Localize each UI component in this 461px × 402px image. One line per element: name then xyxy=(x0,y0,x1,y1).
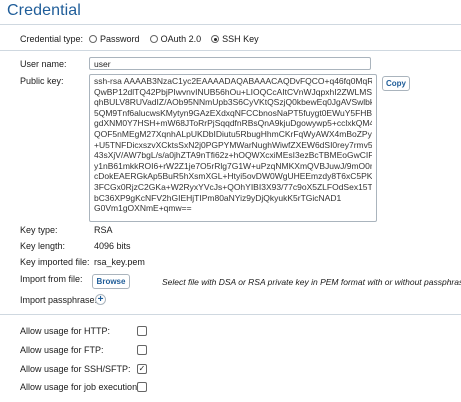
oauth-radio-label: OAuth 2.0 xyxy=(160,34,202,44)
credential-type-oauth-option[interactable]: OAuth 2.0 xyxy=(149,34,202,44)
public-key-line: 3FCGx0RjzC2GKa+W2RyxYVcJs+QOhYIBI3X93/77… xyxy=(94,181,372,192)
usage-http-checkbox[interactable] xyxy=(137,326,147,336)
usage-ssh-checkbox[interactable]: ✓ xyxy=(137,364,147,374)
key-type-label: Key type: xyxy=(20,225,58,235)
type-divider xyxy=(0,50,461,51)
password-radio[interactable] xyxy=(89,35,98,43)
public-key-label: Public key: xyxy=(20,76,64,86)
password-radio-label: Password xyxy=(100,34,140,44)
key-imported-file-value: rsa_key.pem xyxy=(94,257,145,267)
public-key-textarea[interactable]: ssh-rsa AAAAB3NzaC1yc2EAAAADAQABAAACAQDv… xyxy=(89,74,377,222)
oauth-radio[interactable] xyxy=(149,35,158,43)
username-label: User name: xyxy=(20,59,67,69)
public-key-line: y1nB61mkkROI6+rW2Z1je7O5rRlg7G1W+uPzqNMK… xyxy=(94,160,372,171)
usage-ftp-label: Allow usage for FTP: xyxy=(20,345,104,355)
key-length-value: 4096 bits xyxy=(94,241,131,251)
username-field[interactable]: user xyxy=(89,57,371,70)
key-type-value: RSA xyxy=(94,225,113,235)
sshkey-radio-label: SSH Key xyxy=(222,34,259,44)
credential-type-row: Credential type: Password OAuth 2.0 SSH … xyxy=(20,33,265,45)
usage-ssh-label: Allow usage for SSH/SFTP: xyxy=(20,364,131,374)
credential-type-password-option[interactable]: Password xyxy=(89,34,140,44)
credential-type-sshkey-option[interactable]: SSH Key xyxy=(211,34,259,44)
import-hint: Select file with DSA or RSA private key … xyxy=(162,277,461,287)
import-from-file-label: Import from file: xyxy=(20,274,83,284)
usage-divider xyxy=(0,314,461,315)
add-passphrase-button[interactable]: + xyxy=(95,294,106,305)
credential-panel: Credential Credential type: Password OAu… xyxy=(0,0,461,402)
public-key-line: +U5TNFDicxszvXCktsSxN2j0PGPYMWarNughWiwf… xyxy=(94,139,372,150)
public-key-line: ssh-rsa AAAAB3NzaC1yc2EAAAADAQABAAACAQDv… xyxy=(94,76,372,86)
usage-http-label: Allow usage for HTTP: xyxy=(20,326,111,336)
browse-button[interactable]: Browse xyxy=(92,274,130,289)
sshkey-radio[interactable] xyxy=(211,35,220,43)
public-key-line: gdXNM0Y7HSH+mW68JToRrPjSqqdfnRBsQnA9kjuD… xyxy=(94,118,372,129)
public-key-line: cDokEAERGkAp5BuR5hXsmXGL+Htyi5ovDW0WgUHE… xyxy=(94,171,372,182)
public-key-line: qhBULV8RUVadIZ/AOb95NNmUpb3S6CyVKtQSzjQ0… xyxy=(94,97,372,108)
key-length-label: Key length: xyxy=(20,241,66,251)
credential-type-label: Credential type: xyxy=(20,34,84,44)
import-passphrase-label: Import passphrase: xyxy=(20,295,98,305)
title-divider xyxy=(0,24,461,25)
usage-job-checkbox[interactable] xyxy=(137,382,147,392)
usage-ftp-checkbox[interactable] xyxy=(137,345,147,355)
public-key-line: G0Vm1gOXNmE+qmw== xyxy=(94,203,192,214)
public-key-line: 43sXjV/AW7bgL/s/a0jhZTA9nTfi62z+hOQWXcxi… xyxy=(94,150,372,161)
page-title: Credential xyxy=(7,2,81,19)
usage-job-label: Allow usage for job execution: xyxy=(20,382,140,392)
key-imported-file-label: Key imported file: xyxy=(20,257,90,267)
public-key-line: QwBP12dlTQ42PbjPIwvnvINUB56hOu+LIOQCcAIt… xyxy=(94,86,372,97)
public-key-line: QOF5nMEgM27XqnhALpUKDbIDiutu5RbugHhmCKrF… xyxy=(94,128,372,139)
public-key-line: bC36XP9gKcNFV2hGIEHjTIPm80aNYiz9yDjQkyuk… xyxy=(94,192,342,203)
public-key-line: 5QM9Tnf6alucwsKMytyn9GAzEXdxqNFCCbnosNaP… xyxy=(94,107,372,118)
copy-button[interactable]: Copy xyxy=(382,76,410,91)
